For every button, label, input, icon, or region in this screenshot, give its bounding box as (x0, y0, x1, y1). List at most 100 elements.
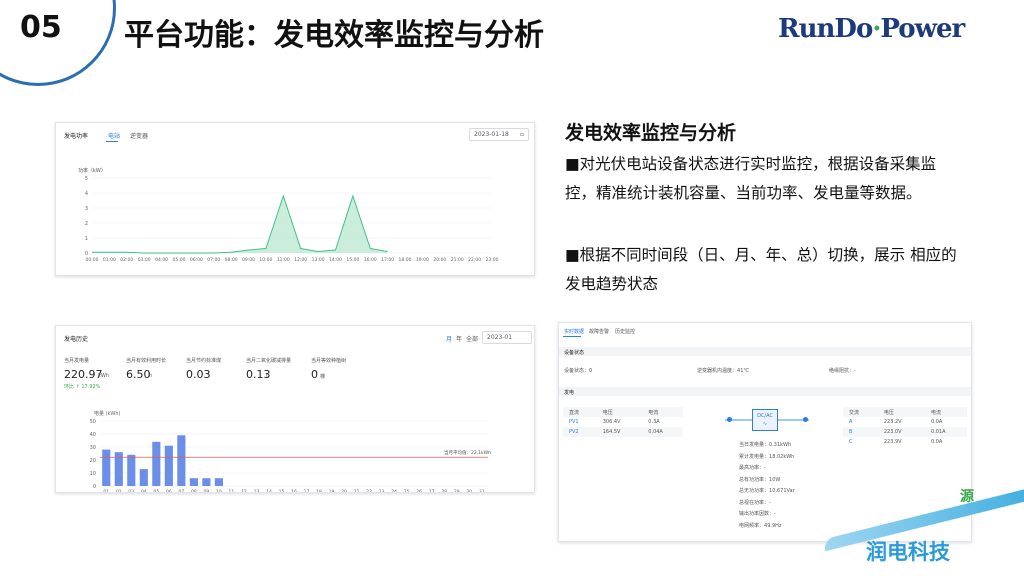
ac-table: 交流 电压 电流 A 223.2V 0.0A B 223.0V 0.01A C 223.9V 0… (843, 407, 967, 447)
history-card: 发电历史 月 年 全部 2023-01 当月发电量 220.97 kWh 环比 … (55, 325, 535, 493)
table-row: PV2 164.5V 0.04A (563, 427, 683, 437)
flow-dot (727, 417, 732, 422)
x-tick-label: 09:00 (242, 257, 255, 263)
x-tick-label: 00:00 (86, 257, 99, 263)
x-tick-label: 02:00 (120, 257, 133, 263)
bar (152, 441, 161, 486)
value-row: 当日发电量：0.31kWh (739, 442, 792, 448)
x-tick-label: 02 (116, 489, 122, 492)
bar (164, 445, 173, 486)
table-row: A 223.2V 0.0A (849, 419, 943, 425)
x-tick-label: 08:00 (225, 257, 238, 263)
y-tick-label: 0 (85, 251, 88, 257)
bar (127, 454, 136, 486)
y-tick-label: 2 (85, 221, 88, 227)
x-tick-label: 20:00 (433, 257, 446, 263)
bar (214, 478, 223, 486)
bar (189, 478, 198, 486)
x-tick-label: 06 (166, 489, 172, 492)
y-tick-label: 3 (85, 206, 88, 212)
table-row: C 223.9V 0.0A (849, 439, 943, 445)
value-row: 电网频率：49.9Hz (739, 522, 782, 529)
tab-underline (563, 336, 581, 337)
x-tick-label: 16:00 (364, 257, 377, 263)
flow-dot (803, 417, 808, 422)
x-tick-label: 07 (178, 489, 184, 492)
dc-table: 直流 电压 电流 PV1 306.4V 0.3A PV2 164.5V 0.04A (563, 407, 683, 437)
x-tick-label: 18:00 (399, 257, 412, 263)
x-tick-label: 23 (379, 489, 385, 492)
x-tick-label: 22:00 (468, 257, 481, 263)
section-bar (559, 347, 971, 356)
x-tick-label: 12 (241, 489, 247, 492)
power-area-chart: 0 1 2 3 4 5 00:00 01:00 02:00 03:00 04:00 05:00 06:0… (85, 176, 499, 263)
x-tick-label: 07:00 (207, 257, 220, 263)
x-tick-label: 11 (229, 489, 235, 492)
table-row: PV1 306.4V 0.3A (569, 419, 660, 425)
x-tick-label: 17:00 (381, 257, 394, 263)
y-tick-label: 20 (90, 458, 96, 464)
status-item: 绝缘阻抗：- (829, 368, 856, 374)
bar (202, 478, 211, 486)
x-tick-label: 14 (266, 489, 272, 492)
value-row: 输出功率因数：- (739, 511, 776, 517)
power-section-title: 发电 (564, 390, 575, 396)
section-heading: 发电效率监控与分析 (565, 122, 737, 144)
x-tick-label: 05 (153, 489, 159, 492)
x-tick-label: 14:00 (329, 257, 342, 263)
x-tick-label: 03 (128, 489, 134, 492)
x-tick-label: 08 (191, 489, 197, 492)
y-tick-label: 40 (90, 432, 96, 438)
y-tick-label: 1 (85, 236, 88, 242)
x-tick-label: 28 (441, 489, 447, 492)
inverter-values: 当日发电量：0.31kWh 累计发电量：18.02kWh 最高功率：- 总有功功… (739, 441, 795, 533)
history-bar-chart: 0 10 20 30 40 50 电量 (kWh) 01 02 03 04 05 06 07 08 09 10 1… (90, 410, 488, 492)
x-tick-label: 23:00 (486, 257, 499, 263)
value-row: 最高功率：- (739, 465, 766, 471)
x-tick-label: 03:00 (138, 257, 151, 263)
footer-partial-text: 源 (960, 489, 974, 505)
power-chart-card: 发电功率 电站 逆变器 2023-01-18 ▫ 功率（kW） 0 1 2 3 4 5 00:… (55, 122, 535, 276)
x-tick-label: 10 (216, 489, 222, 492)
x-tick-label: 10:00 (259, 257, 272, 263)
bullet-1: ■对光伏电站设备状态进行实时监控，根据设备采集监控，精准统计装机容量、当前功率、… (565, 155, 937, 202)
value-row: 累计发电量：18.02kWh (739, 453, 795, 460)
tab-alarms[interactable]: 故障告警 (589, 328, 609, 335)
x-tick-label: 01:00 (103, 257, 116, 263)
x-tick-label: 12:00 (294, 257, 307, 263)
device-card: 实时数据 故障告警 历史监控 设备状态 设备状态：0 逆变器机内温度：41℃ 绝… (558, 322, 972, 542)
bar (102, 449, 111, 486)
y-tick-label: 0 (93, 484, 96, 490)
y-tick-label: 50 (90, 419, 96, 425)
section-number: 05 (20, 10, 62, 45)
bar (177, 435, 186, 486)
section-bar (559, 387, 971, 396)
x-tick-label: 05:00 (172, 257, 185, 263)
x-tick-label: 19:00 (416, 257, 429, 263)
x-tick-label: 20 (341, 489, 347, 492)
x-tick-label: 21 (354, 489, 360, 492)
x-tick-label: 26 (416, 489, 422, 492)
tab-history[interactable]: 历史监控 (615, 328, 635, 335)
x-tick-label: 18 (316, 489, 322, 492)
inverter-icon: DC/AC ∿ (752, 409, 778, 431)
y-tick-label: 4 (85, 191, 88, 197)
average-label: 当月平均值：22.1kWh (444, 451, 491, 456)
x-tick-label: 06:00 (190, 257, 203, 263)
status-item: 设备状态：0 (564, 368, 593, 374)
x-tick-label: 19 (329, 489, 335, 492)
x-tick-label: 16 (291, 489, 297, 492)
table-header-row: 交流 电压 电流 (843, 407, 967, 417)
x-tick-label: 04 (141, 489, 147, 492)
x-tick-label: 30 (466, 489, 472, 492)
value-row: 总视在功率：- (739, 499, 771, 506)
x-tick-label: 24 (391, 489, 397, 492)
x-tick-label: 31 (479, 489, 485, 492)
x-tick-label: 11:00 (277, 257, 290, 263)
x-tick-label: 09 (204, 489, 210, 492)
tab-realtime[interactable]: 实时数据 (564, 328, 584, 335)
x-tick-label: 15 (279, 489, 285, 492)
x-tick-label: 22 (366, 489, 372, 492)
x-tick-label: 21:00 (451, 257, 464, 263)
y-tick-label: 30 (90, 445, 96, 451)
